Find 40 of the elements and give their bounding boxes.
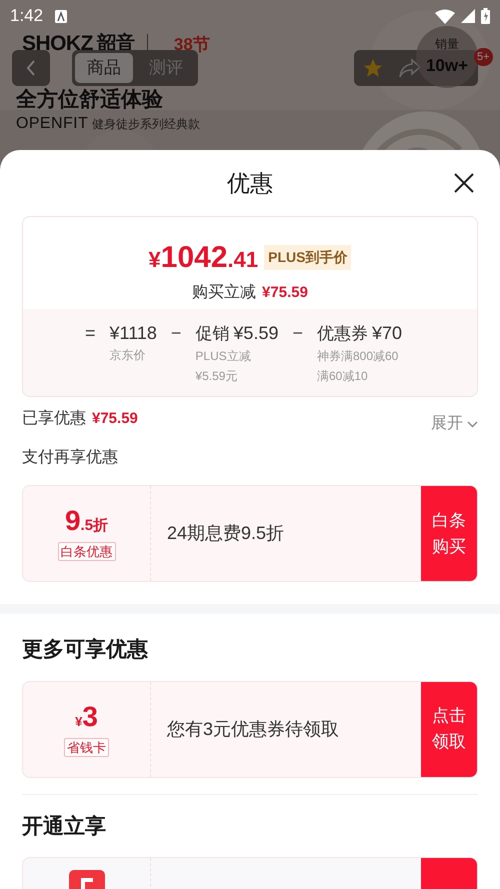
- section-title: 开通立享: [22, 814, 107, 840]
- breakdown-label: 优惠券: [316, 323, 368, 345]
- equals-sign: =: [85, 322, 96, 345]
- headline: 全方位舒适体验: [16, 86, 163, 113]
- offer-action-button[interactable]: 白条购买: [421, 486, 477, 581]
- breakdown-amount: ¥1118: [110, 322, 157, 345]
- final-price: ¥1042.41: [148, 240, 258, 276]
- series-logo: OPENFIT: [16, 114, 88, 134]
- enjoyed-amount: ¥75.59: [92, 409, 138, 429]
- minus-sign: −: [292, 322, 303, 345]
- subheadline: 健身徒步系列经典款: [92, 116, 200, 133]
- breakdown-note: 京东价: [110, 347, 147, 364]
- breakdown-amount: ¥5.59: [233, 322, 278, 345]
- offer-description: 24期息费9.5折: [167, 522, 284, 545]
- section-title: 更多可享优惠: [22, 636, 149, 663]
- event-label: 38节: [174, 36, 210, 54]
- price-tag: PLUS到手价: [264, 245, 352, 270]
- reduction-label: 购买立减: [192, 282, 256, 303]
- offer-action-button[interactable]: 点击领取: [421, 682, 477, 776]
- sheet-title: 优惠: [227, 168, 273, 198]
- tab[interactable]: 商品: [75, 53, 133, 83]
- breakdown-note: PLUS立减: [195, 348, 252, 365]
- minus-sign: −: [170, 322, 182, 345]
- offer-description: 您有3元优惠券待领取: [167, 718, 340, 740]
- section-title: 支付再享优惠: [22, 448, 119, 468]
- breakdown-note: ¥5.59元: [195, 368, 238, 385]
- offer-tag: 省钱卡: [64, 738, 109, 756]
- enjoyed-label: 已享优惠: [22, 408, 86, 429]
- breakdown-note: 满60减10: [316, 368, 369, 385]
- sales-label: 销量: [435, 36, 459, 54]
- reduction-amount: ¥75.59: [262, 283, 308, 303]
- breakdown-amount: ¥70: [372, 322, 402, 345]
- offer-tag: 白条优惠: [58, 542, 116, 561]
- discount-value: 9.5折: [64, 506, 108, 538]
- coupon-value: ¥3: [75, 702, 98, 734]
- breakdown-label: 促销: [195, 323, 230, 345]
- breakdown-note: 神券满800减60: [316, 348, 400, 365]
- expand-toggle[interactable]: 展开: [431, 412, 478, 436]
- sales-value: 10w+: [426, 55, 468, 78]
- status-time: 1:42: [10, 5, 44, 28]
